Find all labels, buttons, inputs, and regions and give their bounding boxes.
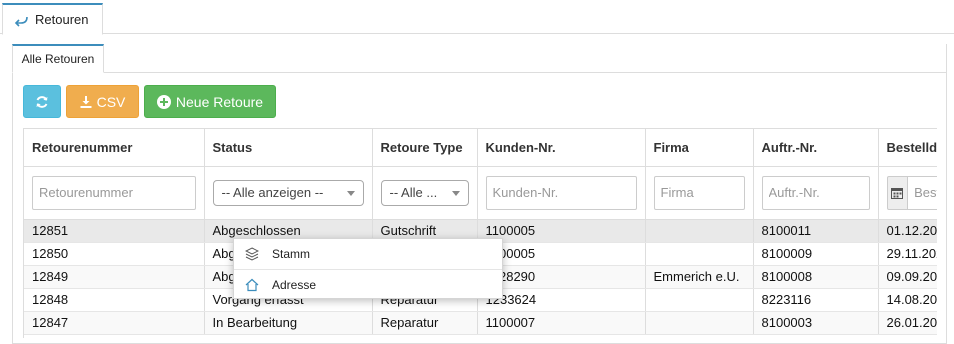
filter-type-select[interactable]: -- Alle ... xyxy=(380,179,469,206)
refresh-button[interactable] xyxy=(23,85,61,118)
cell-auftr-nr: 8223116 xyxy=(753,288,879,312)
chevron-down-icon xyxy=(346,190,355,196)
cell-retourenummer: 12848 xyxy=(24,288,205,312)
download-icon xyxy=(80,95,92,108)
context-menu-item-stamm[interactable]: Stamm xyxy=(234,239,502,269)
tab-retouren-label: Retouren xyxy=(35,12,89,27)
filter-date-group xyxy=(886,175,937,210)
return-arrow-icon xyxy=(13,13,29,27)
layers-icon xyxy=(245,247,259,261)
col-header-auftr-nr[interactable]: Auftr.-Nr. xyxy=(753,129,879,167)
filter-status-select[interactable]: -- Alle anzeigen -- xyxy=(212,179,364,206)
context-menu-item-adresse[interactable]: Adresse xyxy=(234,269,502,299)
context-menu-label: Stamm xyxy=(272,247,311,261)
cell-bestelldatum: 09.09.2021 xyxy=(878,265,937,289)
retouren-table: Retourenummer Status Retoure Type Kunden… xyxy=(23,128,937,338)
col-header-retourenummer[interactable]: Retourenummer xyxy=(24,129,205,167)
new-retoure-label: Neue Retoure xyxy=(175,93,264,110)
toolbar: CSV Neue Retoure xyxy=(23,85,276,118)
cell-retourenummer: 12847 xyxy=(24,311,205,335)
filter-bestelldatum-input[interactable] xyxy=(908,175,937,210)
filter-firma-input[interactable] xyxy=(653,175,745,210)
refresh-icon xyxy=(35,95,49,109)
cell-retourenummer: 12849 xyxy=(24,265,205,289)
cell-retourenummer: 12851 xyxy=(24,219,205,243)
cell-auftr-nr: 8100009 xyxy=(753,242,879,266)
cell-firma xyxy=(645,288,754,312)
chevron-down-icon xyxy=(451,190,460,196)
cell-auftr-nr: 8100008 xyxy=(753,265,879,289)
cell-type: Reparatur xyxy=(372,311,478,335)
cell-auftr-nr: 8100011 xyxy=(753,219,879,243)
col-header-firma[interactable]: Firma xyxy=(645,129,754,167)
cell-firma: Emmerich e.U. xyxy=(645,265,754,289)
filter-row: -- Alle anzeigen -- -- Alle ... xyxy=(24,166,937,220)
sub-tab-bar: Alle Retouren xyxy=(12,44,947,73)
context-menu: Stamm Adresse xyxy=(233,238,503,299)
context-menu-label: Adresse xyxy=(272,277,317,292)
main-tab-bar: Retouren xyxy=(0,0,954,35)
cell-auftr-nr: 8100003 xyxy=(753,311,879,335)
filter-auftr-nr-input[interactable] xyxy=(761,175,870,210)
cell-bestelldatum: 14.08.2019 xyxy=(878,288,937,312)
col-header-retoure-type[interactable]: Retoure Type xyxy=(372,129,478,167)
tab-retouren[interactable]: Retouren xyxy=(2,3,103,35)
cell-bestelldatum: 29.11.2021 xyxy=(878,242,937,266)
filter-type-value: -- Alle ... xyxy=(389,185,438,200)
filter-retourenummer-input[interactable] xyxy=(32,175,196,210)
cell-firma xyxy=(645,311,754,335)
col-header-bestelldatum[interactable]: Bestelldatum xyxy=(878,129,937,167)
col-header-status[interactable]: Status xyxy=(204,129,373,167)
filter-kunden-nr-input[interactable] xyxy=(485,175,637,210)
cell-kunden-nr: 1100007 xyxy=(477,311,646,335)
cell-firma xyxy=(645,219,754,243)
csv-label: CSV xyxy=(96,93,126,110)
table-row[interactable]: 12847 In Bearbeitung Reparatur 1100007 8… xyxy=(24,311,937,335)
cell-bestelldatum: 01.12.2021 xyxy=(878,219,937,243)
new-retoure-button[interactable]: Neue Retoure xyxy=(144,85,276,118)
col-header-kunden-nr[interactable]: Kunden-Nr. xyxy=(477,129,646,167)
filter-status-value: -- Alle anzeigen -- xyxy=(221,185,324,200)
cell-status: In Bearbeitung xyxy=(204,311,373,335)
plus-circle-icon xyxy=(156,94,171,109)
cell-bestelldatum: 26.01.2019 xyxy=(878,311,937,335)
tab-alle-retouren[interactable]: Alle Retouren xyxy=(12,44,104,73)
cell-firma xyxy=(645,242,754,266)
cell-retourenummer: 12850 xyxy=(24,242,205,266)
csv-export-button[interactable]: CSV xyxy=(66,85,139,118)
calendar-icon[interactable] xyxy=(886,175,909,210)
home-icon xyxy=(245,278,259,292)
